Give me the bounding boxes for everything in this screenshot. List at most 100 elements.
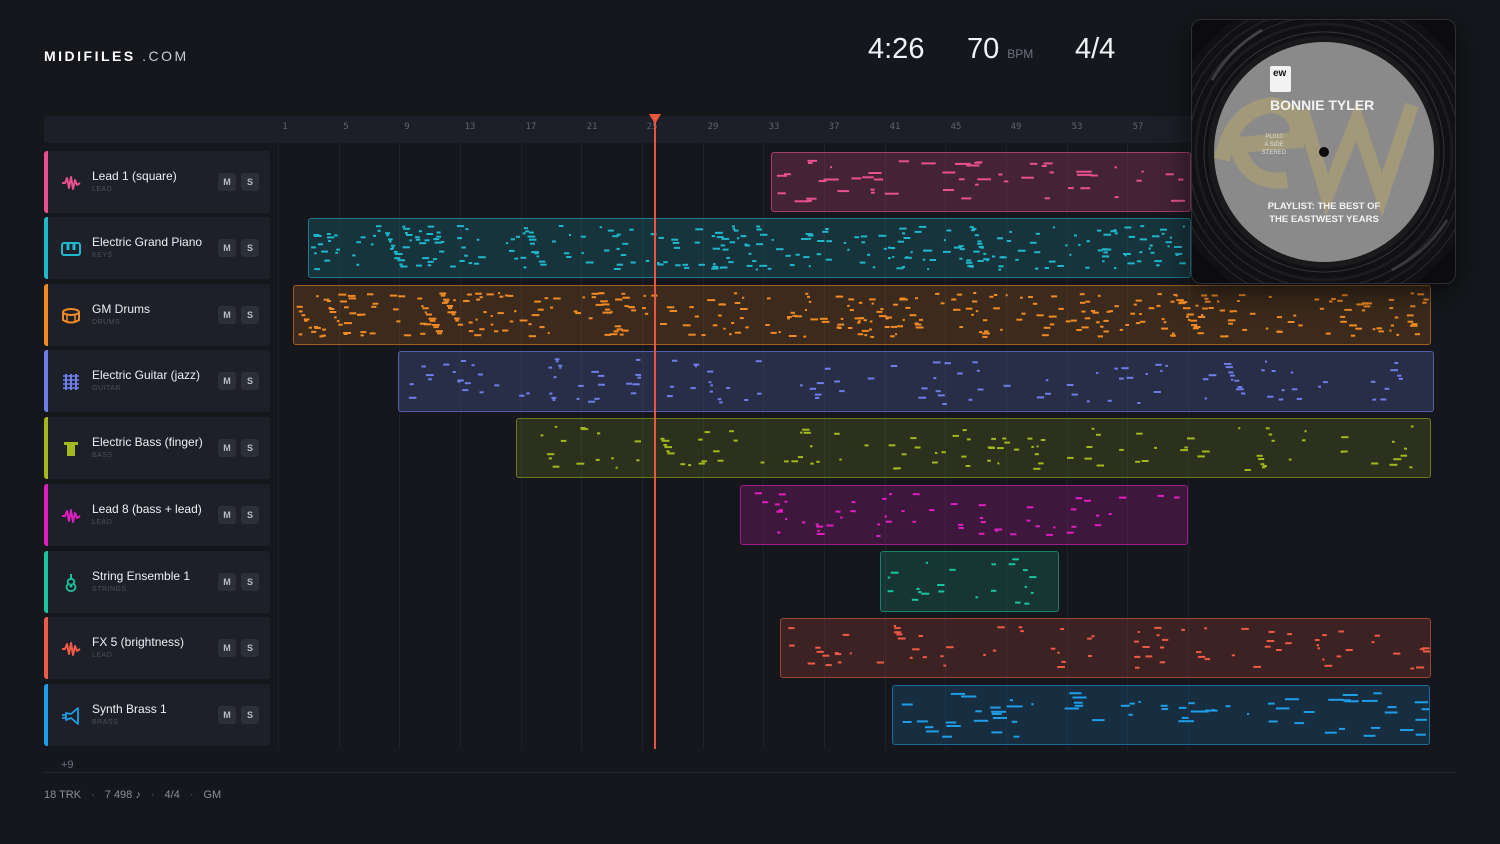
midi-note bbox=[858, 301, 863, 304]
midi-note bbox=[1096, 514, 1100, 517]
midi-note bbox=[912, 520, 916, 523]
midi-note bbox=[578, 384, 584, 387]
midi-note bbox=[977, 260, 984, 262]
midi-note bbox=[1075, 497, 1083, 500]
midi-note bbox=[316, 295, 319, 298]
mute-button[interactable]: M bbox=[218, 573, 236, 591]
midi-note bbox=[1328, 698, 1344, 701]
playhead-handle[interactable] bbox=[649, 114, 661, 124]
midi-note bbox=[1362, 699, 1378, 702]
midi-note bbox=[1304, 430, 1307, 433]
track-header-gm-drums[interactable]: GM Drums DRUMS M S bbox=[44, 284, 270, 346]
solo-button[interactable]: S bbox=[241, 239, 259, 257]
midi-note bbox=[1135, 460, 1141, 463]
midi-note bbox=[800, 384, 803, 387]
midi-note bbox=[708, 381, 712, 384]
midi-note bbox=[1276, 316, 1282, 319]
midi-note bbox=[1247, 713, 1250, 716]
solo-button[interactable]: S bbox=[241, 639, 259, 657]
midi-note bbox=[843, 241, 847, 244]
track-header-electric-bass[interactable]: Electric Bass (finger) BASS M S bbox=[44, 417, 270, 479]
midi-note bbox=[551, 396, 557, 399]
midi-note bbox=[498, 292, 501, 295]
midi-note bbox=[915, 297, 918, 300]
solo-button[interactable]: S bbox=[241, 173, 259, 191]
track-header-string-ensemble[interactable]: String Ensemble 1 STRINGS M S bbox=[44, 551, 270, 613]
midi-note bbox=[682, 324, 691, 327]
midi-note bbox=[371, 305, 377, 308]
midi-note bbox=[1114, 305, 1119, 308]
midi-clip-fx-5[interactable] bbox=[780, 618, 1431, 678]
track-header-lead-1[interactable]: Lead 1 (square) LEAD M S bbox=[44, 151, 270, 213]
mute-button[interactable]: M bbox=[218, 173, 236, 191]
midi-note bbox=[1045, 379, 1049, 382]
track-name: Electric Bass (finger) bbox=[92, 435, 203, 449]
mute-button[interactable]: M bbox=[218, 639, 236, 657]
midi-clip-gm-drums[interactable] bbox=[293, 285, 1431, 345]
midi-note bbox=[826, 524, 834, 527]
midi-note bbox=[932, 461, 938, 464]
mute-button[interactable]: M bbox=[218, 706, 236, 724]
solo-button[interactable]: S bbox=[241, 506, 259, 524]
midi-note bbox=[739, 317, 744, 320]
midi-note bbox=[356, 263, 360, 266]
mute-button[interactable]: M bbox=[218, 239, 236, 257]
midi-note bbox=[689, 306, 694, 309]
site-logo[interactable]: MIDIFILES .COM bbox=[44, 48, 189, 64]
track-header-fx-5[interactable]: FX 5 (brightness) LEAD M S bbox=[44, 617, 270, 679]
solo-button[interactable]: S bbox=[241, 573, 259, 591]
midi-note bbox=[1113, 267, 1117, 270]
midi-note bbox=[938, 590, 945, 593]
midi-note bbox=[806, 199, 812, 202]
midi-note bbox=[1165, 364, 1168, 367]
midi-note bbox=[402, 246, 410, 249]
track-color-stripe bbox=[44, 350, 48, 412]
midi-note bbox=[311, 246, 316, 249]
midi-clip-string-ensemble[interactable] bbox=[880, 551, 1059, 612]
midi-note bbox=[553, 297, 561, 300]
midi-clip-lead-8[interactable] bbox=[740, 485, 1188, 545]
track-header-lead-8[interactable]: Lead 8 (bass + lead) LEAD M S bbox=[44, 484, 270, 546]
playhead[interactable] bbox=[654, 116, 656, 749]
mute-button[interactable]: M bbox=[218, 372, 236, 390]
midi-note bbox=[825, 228, 829, 230]
midi-note bbox=[984, 330, 989, 333]
mute-button[interactable]: M bbox=[218, 439, 236, 457]
midi-note bbox=[946, 725, 961, 727]
midi-note bbox=[861, 241, 866, 244]
midi-note bbox=[1291, 388, 1298, 391]
midi-note bbox=[904, 256, 912, 259]
midi-note bbox=[864, 444, 869, 447]
midi-clip-lead-1[interactable] bbox=[771, 152, 1191, 212]
midi-clip-electric-grand-piano[interactable] bbox=[308, 218, 1191, 278]
midi-clip-synth-brass[interactable] bbox=[892, 685, 1430, 745]
midi-note bbox=[943, 189, 955, 191]
mute-button[interactable]: M bbox=[218, 506, 236, 524]
midi-note bbox=[999, 256, 1007, 259]
midi-notes bbox=[887, 558, 1037, 605]
midi-note bbox=[989, 295, 994, 298]
track-header-electric-guitar[interactable]: Electric Guitar (jazz) GUITAR M S bbox=[44, 350, 270, 412]
midi-note bbox=[887, 576, 891, 579]
solo-button[interactable]: S bbox=[241, 706, 259, 724]
midi-note bbox=[1230, 374, 1235, 377]
solo-button[interactable]: S bbox=[241, 372, 259, 390]
midi-note bbox=[462, 389, 469, 392]
midi-note bbox=[423, 323, 432, 326]
more-tracks-indicator[interactable]: +9 bbox=[61, 759, 74, 771]
track-header-synth-brass[interactable]: Synth Brass 1 BRASS M S bbox=[44, 684, 270, 746]
midi-note bbox=[1208, 307, 1214, 309]
midi-note bbox=[522, 232, 526, 235]
midi-note bbox=[321, 250, 328, 253]
midi-note bbox=[871, 191, 875, 194]
midi-note bbox=[992, 717, 1007, 719]
midi-note bbox=[439, 250, 445, 253]
midi-note bbox=[314, 235, 322, 237]
track-header-electric-grand-piano[interactable]: Electric Grand Piano KEYS M S bbox=[44, 217, 270, 279]
midi-clip-electric-guitar[interactable] bbox=[398, 351, 1434, 412]
solo-button[interactable]: S bbox=[241, 439, 259, 457]
midi-note bbox=[1052, 226, 1055, 229]
mute-button[interactable]: M bbox=[218, 306, 236, 324]
solo-button[interactable]: S bbox=[241, 306, 259, 324]
midi-note bbox=[719, 266, 724, 269]
